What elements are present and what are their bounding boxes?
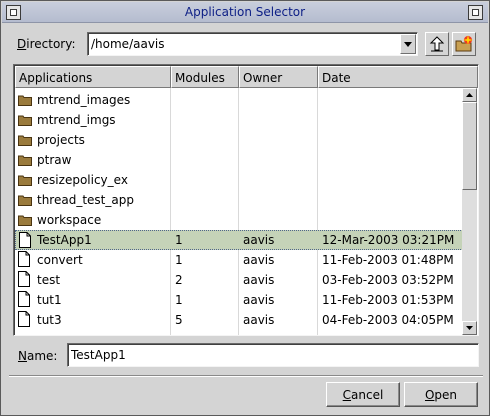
application-row[interactable]: tut1 1 aavis 11-Feb-2003 01:53PM [15,290,463,310]
directory-label: Directory: [17,37,76,51]
row-modules: 1 [175,293,183,307]
separator [9,375,483,377]
row-date: 03-Feb-2003 03:52PM [322,273,454,287]
list-rows: mtrend_images mtrend_imgs projects ptraw res… [15,88,463,335]
dropdown-arrow-icon[interactable] [400,34,416,54]
name-label: Name: [18,349,58,363]
application-row[interactable]: test 2 aavis 03-Feb-2003 03:52PM [15,270,463,290]
directory-value: /home/aavis [91,37,165,51]
row-name: test [37,273,61,287]
row-name: resizepolicy_ex [37,173,128,187]
row-owner: aavis [243,253,275,267]
row-date: 12-Mar-2003 03:21PM [322,233,455,247]
folder-row[interactable]: ptraw [15,150,463,170]
up-directory-icon [429,36,445,52]
row-modules: 2 [175,273,183,287]
application-row[interactable]: convert 1 aavis 11-Feb-2003 01:48PM [15,250,463,270]
column-applications[interactable]: Applications [15,66,171,88]
row-name: TestApp1 [37,233,92,247]
file-icon [18,251,30,267]
row-owner: aavis [243,313,275,327]
new-folder-button[interactable] [452,32,476,56]
row-date: 11-Feb-2003 01:48PM [322,253,454,267]
folder-row[interactable]: mtrend_images [15,90,463,110]
title-bar[interactable]: Application Selector [2,2,488,23]
row-name: mtrend_images [37,93,131,107]
scroll-down-icon[interactable] [462,321,477,335]
row-name: projects [37,133,85,147]
name-input[interactable]: TestApp1 [67,343,479,367]
row-name: convert [37,253,83,267]
row-name: ptraw [37,153,72,167]
row-owner: aavis [243,233,275,247]
row-name: tut3 [37,313,62,327]
close-window-icon[interactable] [468,5,483,20]
row-owner: aavis [243,293,275,307]
application-selector-window: Application Selector Directory: /home/aa… [0,0,490,416]
column-date[interactable]: Date [318,66,478,88]
application-row[interactable]: TestApp1 1 aavis 12-Mar-2003 03:21PM [15,230,463,250]
row-date: 11-Feb-2003 01:53PM [322,293,454,307]
row-name: tut1 [37,293,62,307]
folder-icon [18,115,32,126]
cancel-button[interactable]: Cancel [326,382,400,407]
folder-icon [18,155,32,166]
open-button[interactable]: Open [404,382,478,407]
folder-row[interactable]: resizepolicy_ex [15,170,463,190]
row-name: mtrend_imgs [37,113,116,127]
window-title: Application Selector [184,5,306,19]
scroll-up-icon[interactable] [462,88,477,102]
applications-list[interactable]: Applications Modules Owner Date mtrend_i… [13,64,479,336]
folder-row[interactable]: projects [15,130,463,150]
file-icon [18,311,30,327]
folder-icon [18,215,32,226]
row-modules: 1 [175,253,183,267]
file-icon [19,232,31,248]
file-icon [18,271,30,287]
application-row[interactable]: tut3 5 aavis 04-Feb-2003 04:05PM [15,310,463,330]
directory-combo[interactable]: /home/aavis [87,32,418,56]
folder-row[interactable]: thread_test_app [15,190,463,210]
row-name: thread_test_app [37,193,134,207]
row-modules: 1 [175,233,183,247]
row-name: workspace [37,213,102,227]
folder-icon [18,95,32,106]
folder-row[interactable]: workspace [15,210,463,230]
folder-icon [18,195,32,206]
column-owner[interactable]: Owner [239,66,318,88]
list-header: Applications Modules Owner Date [15,66,478,88]
row-date: 04-Feb-2003 04:05PM [322,313,454,327]
new-folder-icon [455,35,473,52]
vertical-scrollbar[interactable] [462,88,477,335]
file-icon [18,291,30,307]
folder-icon [18,135,32,146]
folder-row[interactable]: mtrend_imgs [15,110,463,130]
row-modules: 5 [175,313,183,327]
row-owner: aavis [243,273,275,287]
column-modules[interactable]: Modules [171,66,239,88]
scrollbar-thumb[interactable] [462,102,477,190]
folder-icon [18,175,32,186]
up-directory-button[interactable] [425,32,449,56]
